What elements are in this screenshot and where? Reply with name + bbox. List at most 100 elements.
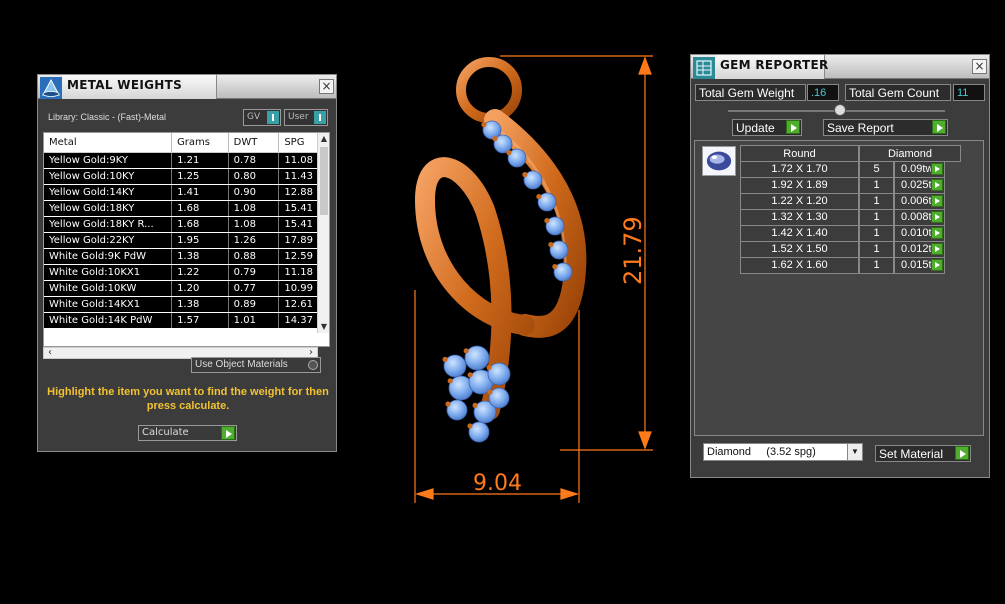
- gem-count-cell: 1: [859, 210, 894, 226]
- table-row[interactable]: Yellow Gold:22KY 1.95 1.26 17.89: [44, 233, 329, 249]
- table-row[interactable]: White Gold:10KX1 1.22 0.79 11.18: [44, 265, 329, 281]
- gem-row[interactable]: 1.92 X 1.89 1 0.025tw: [740, 178, 961, 194]
- prong: [447, 378, 453, 384]
- library-label: Library: Classic - (Fast)-Metal: [48, 112, 167, 122]
- dwt-cell: 0.78: [229, 153, 280, 168]
- prong: [506, 150, 512, 156]
- col-metal-header[interactable]: Metal: [44, 133, 173, 152]
- use-object-materials-option[interactable]: Use Object Materials: [191, 357, 321, 373]
- material-select[interactable]: Diamond (3.52 spg) ▼: [703, 443, 863, 461]
- gv-toggle[interactable]: GV: [243, 109, 281, 126]
- play-icon[interactable]: [931, 259, 943, 271]
- gem-reporter-titlebar[interactable]: GEM REPORTER ×: [691, 55, 989, 79]
- gem-count-cell: 1: [859, 242, 894, 258]
- table-row[interactable]: White Gold:14KX1 1.38 0.89 12.61: [44, 297, 329, 313]
- table-row[interactable]: Yellow Gold:9KY 1.21 0.78 11.08: [44, 153, 329, 169]
- table-row[interactable]: Yellow Gold:18KY 1.68 1.08 15.41: [44, 201, 329, 217]
- gem-row[interactable]: 1.42 X 1.40 1 0.010tw: [740, 226, 961, 242]
- user-toggle[interactable]: User: [284, 109, 328, 126]
- gem-tw-cell: 0.09tw: [894, 162, 945, 178]
- table-row[interactable]: Yellow Gold:10KY 1.25 0.80 11.43: [44, 169, 329, 185]
- gem-row[interactable]: 1.72 X 1.70 5 0.09tw: [740, 162, 961, 178]
- play-icon: [786, 120, 800, 134]
- shape-header: Round: [740, 145, 859, 162]
- play-icon[interactable]: [931, 211, 943, 223]
- table-row[interactable]: White Gold:14K PdW 1.57 1.01 14.37: [44, 313, 329, 329]
- round-diamond-icon[interactable]: [702, 146, 736, 176]
- prong: [463, 348, 469, 354]
- col-dwt-header[interactable]: DWT: [229, 133, 280, 152]
- scroll-left-icon[interactable]: ‹: [44, 347, 56, 359]
- gem-row[interactable]: 1.62 X 1.60 1 0.015tw: [740, 258, 961, 274]
- table-row[interactable]: Yellow Gold:18KY R... 1.68 1.08 15.41: [44, 217, 329, 233]
- metal-weights-titlebar[interactable]: METAL WEIGHTS ×: [38, 75, 336, 99]
- pendant-model: [414, 57, 587, 443]
- gem-list-area: Round Diamond 1.72 X 1.70 5 0.09tw 1.92 X 1…: [694, 140, 984, 436]
- gv-toggle-knob-icon: [267, 111, 279, 124]
- metal-table-header: Metal Grams DWT SPG: [44, 133, 329, 153]
- gem-tw-cell: 0.015tw: [894, 258, 945, 274]
- dwt-cell: 0.90: [229, 185, 280, 200]
- grams-cell: 1.57: [172, 313, 229, 328]
- play-icon[interactable]: [931, 163, 943, 175]
- pendant-drawing: 21.79 9.04: [414, 55, 653, 503]
- scroll-down-icon[interactable]: ▼: [318, 321, 329, 333]
- set-material-button[interactable]: Set Material: [875, 445, 971, 462]
- grams-cell: 1.68: [172, 201, 229, 216]
- metal-table: Metal Grams DWT SPG Yellow Gold:9KY 1.21 0…: [43, 132, 330, 347]
- play-icon[interactable]: [931, 179, 943, 191]
- update-button[interactable]: Update: [732, 119, 802, 136]
- gem-reporter-close-icon[interactable]: ×: [972, 59, 987, 74]
- metal-table-vscroll[interactable]: ▲ ▼: [317, 133, 329, 333]
- play-icon[interactable]: [931, 195, 943, 207]
- chevron-down-icon[interactable]: ▼: [847, 444, 862, 460]
- col-grams-header[interactable]: Grams: [172, 133, 229, 152]
- user-toggle-knob-icon: [314, 111, 326, 124]
- prong: [492, 136, 498, 142]
- grams-cell: 1.41: [172, 185, 229, 200]
- metal-weights-close-icon[interactable]: ×: [319, 79, 334, 94]
- gem-row[interactable]: 1.22 X 1.20 1 0.006tw: [740, 194, 961, 210]
- height-dimension-label: 21.79: [619, 216, 647, 285]
- gem-tw-cell: 0.008tw: [894, 210, 945, 226]
- gem-reporter-panel: GEM REPORTER × Total Gem Weight .16 Tota…: [690, 54, 990, 478]
- radio-icon[interactable]: [308, 360, 318, 370]
- gem-row[interactable]: 1.52 X 1.50 1 0.012tw: [740, 242, 961, 258]
- calculate-button[interactable]: Calculate: [138, 425, 237, 441]
- gem-reporter-app-icon: [693, 57, 715, 79]
- play-icon[interactable]: [931, 243, 943, 255]
- dwt-cell: 1.26: [229, 233, 280, 248]
- metal-name-cell: White Gold:10KW: [44, 281, 173, 296]
- scroll-up-icon[interactable]: ▲: [318, 133, 329, 145]
- dwt-cell: 1.01: [229, 313, 280, 328]
- dwt-cell: 0.79: [229, 265, 280, 280]
- table-row[interactable]: White Gold:10KW 1.20 0.77 10.99: [44, 281, 329, 297]
- width-dimension-label: 9.04: [473, 471, 522, 496]
- play-icon: [955, 446, 969, 460]
- calculate-label: Calculate: [142, 427, 189, 438]
- metal-name-cell: Yellow Gold:18KY: [44, 201, 173, 216]
- prong: [442, 356, 448, 362]
- table-row[interactable]: Yellow Gold:14KY 1.41 0.90 12.88: [44, 185, 329, 201]
- gem-reporter-title: GEM REPORTER: [720, 58, 829, 72]
- gem-tw-cell: 0.006tw: [894, 194, 945, 210]
- metal-name-cell: White Gold:14K PdW: [44, 313, 173, 328]
- prong: [536, 194, 542, 200]
- grams-cell: 1.38: [172, 297, 229, 312]
- play-icon[interactable]: [931, 227, 943, 239]
- vscroll-thumb[interactable]: [320, 147, 328, 215]
- metal-name-cell: Yellow Gold:22KY: [44, 233, 173, 248]
- gem-table-header: Round Diamond: [740, 145, 961, 162]
- gem-tw-cell: 0.012tw: [894, 242, 945, 258]
- gem-table: Round Diamond 1.72 X 1.70 5 0.09tw 1.92 X 1…: [740, 145, 961, 274]
- gem-row[interactable]: 1.32 X 1.30 1 0.008tw: [740, 210, 961, 226]
- slider-knob[interactable]: [834, 104, 846, 116]
- gem-count-cell: 5: [859, 162, 894, 178]
- save-report-button[interactable]: Save Report: [823, 119, 948, 136]
- user-toggle-label: User: [288, 112, 309, 122]
- gem-count-cell: 1: [859, 178, 894, 194]
- grams-cell: 1.20: [172, 281, 229, 296]
- table-row[interactable]: White Gold:9K PdW 1.38 0.88 12.59: [44, 249, 329, 265]
- metal-name-cell: White Gold:9K PdW: [44, 249, 173, 264]
- prong: [522, 172, 528, 178]
